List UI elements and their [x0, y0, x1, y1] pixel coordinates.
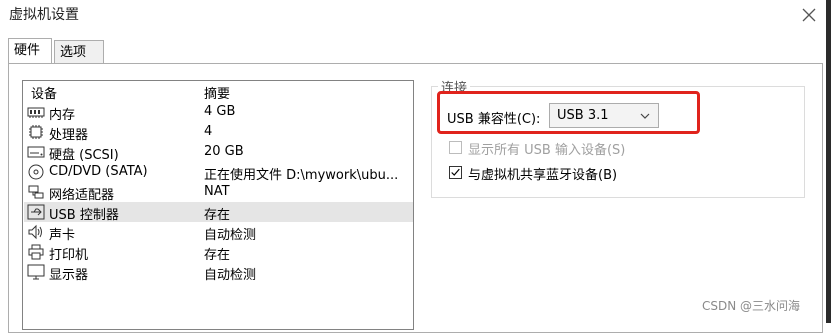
device-summary: 正在使用文件 D:\mywork\ubu...	[204, 168, 399, 183]
device-row-usb-controller[interactable]: USB 控制器 存在	[24, 202, 413, 223]
device-summary: 4	[204, 124, 213, 139]
device-name: USB 控制器	[49, 208, 119, 223]
column-header-summary[interactable]: 摘要	[204, 83, 230, 102]
tab-hardware[interactable]: 硬件	[8, 38, 52, 64]
close-icon[interactable]	[798, 4, 820, 26]
cd-dvd-icon	[28, 164, 44, 180]
usb-controller-icon	[27, 204, 45, 220]
device-row-sound-card[interactable]: 声卡 自动检测	[24, 222, 413, 243]
device-summary: 4 GB	[204, 104, 236, 119]
device-summary: NAT	[204, 184, 230, 199]
watermark: CSDN @三水问海	[702, 299, 801, 313]
network-adapter-icon	[28, 185, 44, 199]
device-summary: 存在	[204, 208, 231, 223]
show-all-usb-label: 显示所有 USB 输入设备(S)	[468, 143, 626, 158]
hard-disk-icon	[27, 146, 45, 158]
display-icon	[27, 264, 45, 280]
device-name: 打印机	[49, 248, 89, 263]
sound-card-icon	[28, 224, 42, 240]
window-edge	[826, 0, 831, 323]
device-name: 处理器	[49, 128, 89, 143]
device-summary: 自动检测	[204, 228, 257, 243]
device-row-network-adapter[interactable]: 网络适配器 NAT	[24, 182, 413, 203]
share-bluetooth-label: 与虚拟机共享蓝牙设备(B)	[468, 168, 618, 183]
device-summary: 存在	[204, 248, 231, 263]
device-summary: 20 GB	[204, 144, 244, 159]
highlight-box	[437, 91, 700, 134]
device-list[interactable]: 设备 摘要 内存 4 GB 处理器 4 硬盘 (SCSI) 20 GB CD/D	[22, 80, 414, 330]
checkmark-icon	[451, 168, 460, 176]
cpu-icon	[29, 125, 43, 139]
device-summary: 自动检测	[204, 268, 257, 283]
tab-options[interactable]: 选项	[54, 40, 104, 64]
device-row-display[interactable]: 显示器 自动检测	[24, 262, 413, 283]
device-row-cd-dvd[interactable]: CD/DVD (SATA) 正在使用文件 D:\mywork\ubu...	[24, 162, 413, 183]
share-bluetooth-checkbox[interactable]	[449, 166, 462, 179]
device-name: 声卡	[49, 228, 76, 243]
window-title: 虚拟机设置	[9, 7, 79, 23]
device-row-hard-disk[interactable]: 硬盘 (SCSI) 20 GB	[24, 142, 413, 163]
printer-icon	[28, 244, 44, 260]
device-name: CD/DVD (SATA)	[49, 164, 148, 179]
device-name: 显示器	[49, 268, 89, 283]
show-all-usb-checkbox[interactable]	[449, 141, 462, 154]
memory-icon	[27, 107, 45, 118]
device-name: 内存	[49, 108, 76, 123]
device-row-processor[interactable]: 处理器 4	[24, 122, 413, 143]
device-row-printer[interactable]: 打印机 存在	[24, 242, 413, 263]
device-name: 网络适配器	[49, 188, 115, 203]
column-header-device[interactable]: 设备	[31, 83, 57, 102]
device-name: 硬盘 (SCSI)	[49, 148, 119, 163]
device-row-memory[interactable]: 内存 4 GB	[24, 102, 413, 123]
